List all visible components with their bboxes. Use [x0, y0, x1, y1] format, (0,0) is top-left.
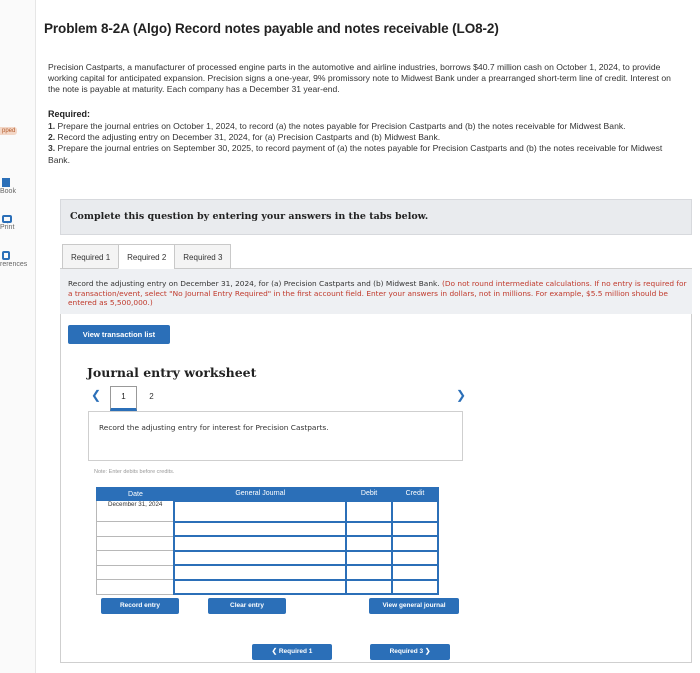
problem-title: Problem 8-2A (Algo) Record notes payable… [44, 21, 499, 36]
references-button[interactable]: rerences [0, 251, 34, 268]
col-debit: Debit [345, 487, 393, 501]
table-row: December 31, 2024 [96, 499, 439, 523]
chevron-right-icon[interactable]: ❯ [456, 388, 466, 402]
account-input[interactable] [173, 578, 348, 595]
prev-required-label: Required 1 [278, 648, 313, 655]
tab-required-2[interactable]: Required 2 [118, 244, 175, 269]
tab-instructions: Record the adjusting entry on December 3… [68, 279, 688, 308]
problem-intro: Precision Castparts, a manufacturer of p… [48, 62, 671, 95]
table-row [96, 535, 439, 552]
print-label: Print [0, 224, 15, 231]
debits-note: Note: Enter debits before credits. [94, 469, 175, 475]
worksheet-page-1[interactable]: 1 [110, 386, 137, 411]
tab-required-1[interactable]: Required 1 [62, 244, 119, 269]
next-required-label: Required 3 [389, 648, 424, 655]
chevron-left-icon[interactable]: ❮ [91, 388, 101, 402]
table-row [96, 549, 439, 566]
next-required-button[interactable]: Required 3 ❯ [370, 644, 450, 660]
view-general-journal-button[interactable]: View general journal [369, 598, 459, 614]
table-row [96, 520, 439, 537]
prev-required-button[interactable]: ❮ Required 1 [252, 644, 332, 660]
credit-input[interactable] [391, 499, 439, 523]
debit-input[interactable] [345, 499, 394, 523]
worksheet-title: Journal entry worksheet [87, 365, 257, 380]
credit-input[interactable] [391, 549, 439, 566]
record-entry-button[interactable]: Record entry [101, 598, 179, 614]
date-cell: December 31, 2024 [96, 500, 175, 522]
skipped-indicator[interactable]: pped [0, 127, 34, 135]
requirement-item: 1. Prepare the journal entries on Octobe… [48, 121, 626, 131]
print-icon [2, 215, 12, 223]
credit-input[interactable] [391, 578, 439, 595]
col-date: Date [96, 487, 175, 501]
ebook-label: Book [0, 188, 16, 195]
entry-instruction-box: Record the adjusting entry for interest … [88, 411, 463, 461]
requirements-list: 1. Prepare the journal entries on Octobe… [48, 121, 678, 166]
credit-input[interactable] [391, 535, 439, 552]
required-tabs: Required 1 Required 2 Required 3 [62, 244, 232, 269]
account-input[interactable] [173, 564, 348, 581]
debit-input[interactable] [345, 520, 394, 537]
complete-question-text: Complete this question by entering your … [70, 211, 429, 222]
complete-question-banner: Complete this question by entering your … [60, 199, 692, 235]
debit-input[interactable] [345, 578, 394, 595]
col-credit: Credit [391, 487, 439, 501]
credit-input[interactable] [391, 564, 439, 581]
worksheet-page-2[interactable]: 2 [138, 386, 165, 411]
instruction-main: Record the adjusting entry on December 3… [68, 279, 442, 288]
table-row [96, 564, 439, 581]
ebook-icon [2, 178, 10, 187]
ebook-button[interactable]: Book [0, 178, 34, 195]
journal-header-row: Date General Journal Debit Credit [96, 487, 439, 501]
required-heading: Required: [48, 109, 91, 119]
left-sidebar: pped Book Print rerences [0, 0, 36, 673]
col-general-journal: General Journal [173, 487, 347, 501]
entry-instruction-text: Record the adjusting entry for interest … [99, 423, 329, 432]
debit-input[interactable] [345, 564, 394, 581]
credit-input[interactable] [391, 520, 439, 537]
table-row [96, 578, 439, 595]
date-cell [96, 550, 175, 566]
journal-table: Date General Journal Debit Credit Decemb… [96, 487, 439, 595]
clear-entry-button[interactable]: Clear entry [208, 598, 286, 614]
view-transaction-list-button[interactable]: View transaction list [68, 325, 170, 344]
account-input[interactable] [173, 549, 348, 566]
account-input[interactable] [173, 535, 348, 552]
chevron-left-icon: ❮ [271, 648, 279, 655]
requirement-item: 2. Record the adjusting entry on Decembe… [48, 132, 441, 143]
date-cell [96, 579, 175, 595]
references-label: rerences [0, 261, 28, 268]
date-cell [96, 535, 175, 551]
tab-required-3[interactable]: Required 3 [174, 244, 232, 269]
references-icon [2, 251, 10, 260]
debit-input[interactable] [345, 549, 394, 566]
date-cell [96, 521, 175, 537]
account-input[interactable] [173, 499, 348, 523]
account-input[interactable] [173, 520, 348, 537]
chevron-right-icon: ❯ [423, 648, 431, 655]
skipped-label: pped [0, 127, 18, 135]
debit-input[interactable] [345, 535, 394, 552]
date-cell [96, 564, 175, 580]
print-button[interactable]: Print [0, 215, 34, 231]
requirement-item: 3. Prepare the journal entries on Septem… [48, 143, 663, 165]
